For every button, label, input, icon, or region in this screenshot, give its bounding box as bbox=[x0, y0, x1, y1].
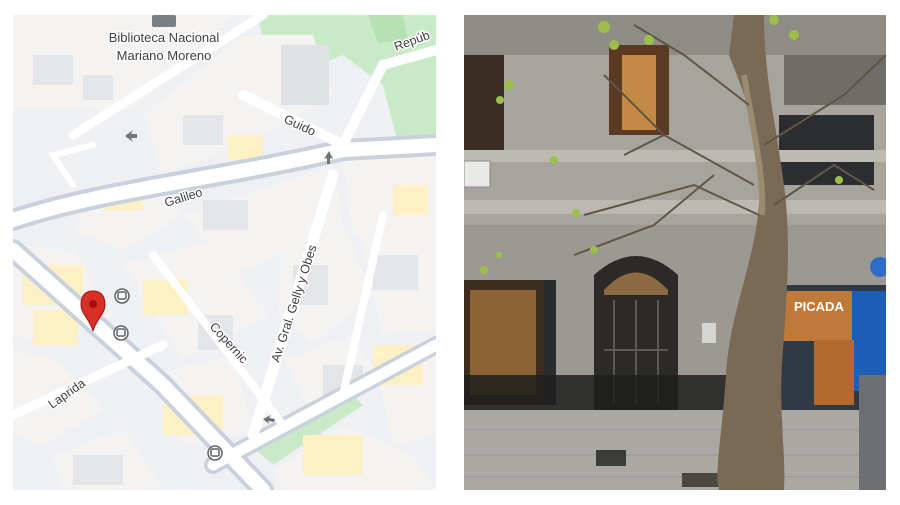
intercom bbox=[702, 323, 716, 343]
map-canvas[interactable]: Biblioteca Nacional Mariano Moreno Repúb… bbox=[13, 15, 436, 490]
ac-unit bbox=[464, 160, 491, 188]
shop-sign-text: PICADA bbox=[794, 299, 844, 314]
library-icon bbox=[152, 15, 176, 27]
drain-grate bbox=[596, 450, 626, 466]
sidewalk bbox=[464, 410, 886, 490]
bus-stop-icon[interactable] bbox=[207, 445, 223, 461]
street-view-image[interactable]: PICADA bbox=[464, 15, 886, 490]
street-view-panel[interactable]: PICADA bbox=[464, 15, 886, 490]
bus-stop-icon[interactable] bbox=[114, 288, 130, 304]
poi-label-line1: Biblioteca Nacional bbox=[109, 30, 220, 45]
bus-stop-icon[interactable] bbox=[113, 325, 129, 341]
map-panel[interactable]: Biblioteca Nacional Mariano Moreno Repúb… bbox=[13, 15, 436, 490]
poi-label-line2: Mariano Moreno bbox=[117, 48, 212, 63]
